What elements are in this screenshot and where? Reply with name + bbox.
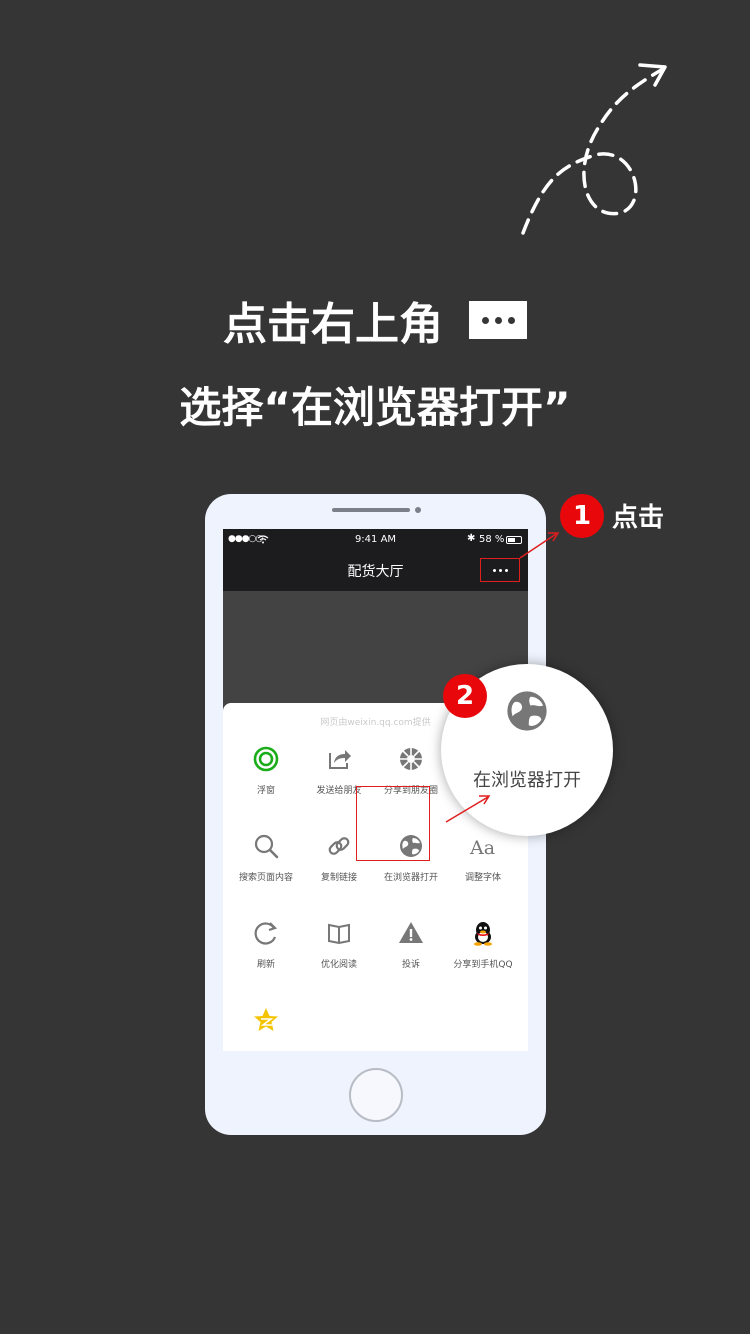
menu-item-search-page[interactable]: 搜索页面内容 bbox=[228, 832, 304, 902]
menu-label: 调整字体 bbox=[464, 873, 501, 883]
menu-label: 搜索页面内容 bbox=[238, 873, 293, 883]
status-bar: ●●●○○ 9:41 AM ✱ 58 % bbox=[223, 529, 528, 551]
phone-speaker bbox=[332, 508, 410, 512]
svg-text:Aa: Aa bbox=[469, 837, 495, 859]
menu-label: 浮窗 bbox=[256, 786, 275, 796]
menu-item-report[interactable]: 投诉 bbox=[373, 919, 449, 989]
floating-window-icon bbox=[253, 746, 279, 772]
search-icon bbox=[254, 834, 279, 859]
headline-line-1: 点击右上角 bbox=[0, 292, 750, 350]
more-menu-button[interactable] bbox=[480, 558, 520, 582]
menu-item-qzone[interactable] bbox=[228, 1006, 304, 1051]
step-1-badge: 1 bbox=[560, 494, 604, 538]
warning-icon bbox=[399, 922, 423, 943]
qq-icon bbox=[474, 922, 492, 946]
share-icon bbox=[329, 750, 351, 769]
menu-label: 分享到手机QQ bbox=[453, 960, 513, 970]
menu-item-optimize-reading[interactable]: 优化阅读 bbox=[301, 919, 377, 989]
step-1-arrowhead bbox=[548, 532, 560, 542]
bluetooth-icon: ✱ bbox=[467, 533, 476, 544]
menu-label: 刷新 bbox=[256, 960, 275, 970]
callout-label: 在浏览器打开 bbox=[473, 770, 581, 791]
more-dots-icon bbox=[469, 301, 527, 339]
step-1-label: 点击 bbox=[612, 503, 665, 533]
qzone-star-icon bbox=[254, 1008, 278, 1031]
menu-label: 优化阅读 bbox=[320, 960, 357, 970]
menu-item-share-qq[interactable]: 分享到手机QQ bbox=[445, 919, 521, 989]
book-icon bbox=[328, 923, 350, 945]
globe-icon bbox=[507, 691, 547, 731]
menu-label: 在浏览器打开 bbox=[383, 873, 438, 883]
link-icon bbox=[328, 837, 350, 855]
home-button bbox=[349, 1068, 403, 1122]
phone-camera bbox=[415, 507, 421, 513]
battery-percent: 58 % bbox=[479, 534, 505, 545]
nav-bar: 配货大厅 bbox=[223, 551, 528, 591]
font-icon: Aa bbox=[469, 837, 495, 859]
dashed-arrow-decoration bbox=[521, 63, 667, 235]
step-2-badge: 2 bbox=[443, 674, 487, 718]
menu-item-floating-window[interactable]: 浮窗 bbox=[228, 745, 304, 815]
menu-item-refresh[interactable]: 刷新 bbox=[228, 919, 304, 989]
open-in-browser-highlight bbox=[356, 786, 430, 861]
menu-label: 复制链接 bbox=[320, 873, 357, 883]
headline-line-2: 选择“在浏览器打开” bbox=[179, 383, 571, 432]
headline-text-1: 点击右上角 bbox=[223, 299, 443, 350]
battery-icon bbox=[506, 536, 522, 544]
menu-item-adjust-font[interactable]: Aa 调整字体 bbox=[445, 832, 521, 902]
refresh-icon bbox=[254, 922, 278, 945]
moments-icon bbox=[400, 748, 422, 770]
menu-label: 投诉 bbox=[401, 960, 420, 970]
